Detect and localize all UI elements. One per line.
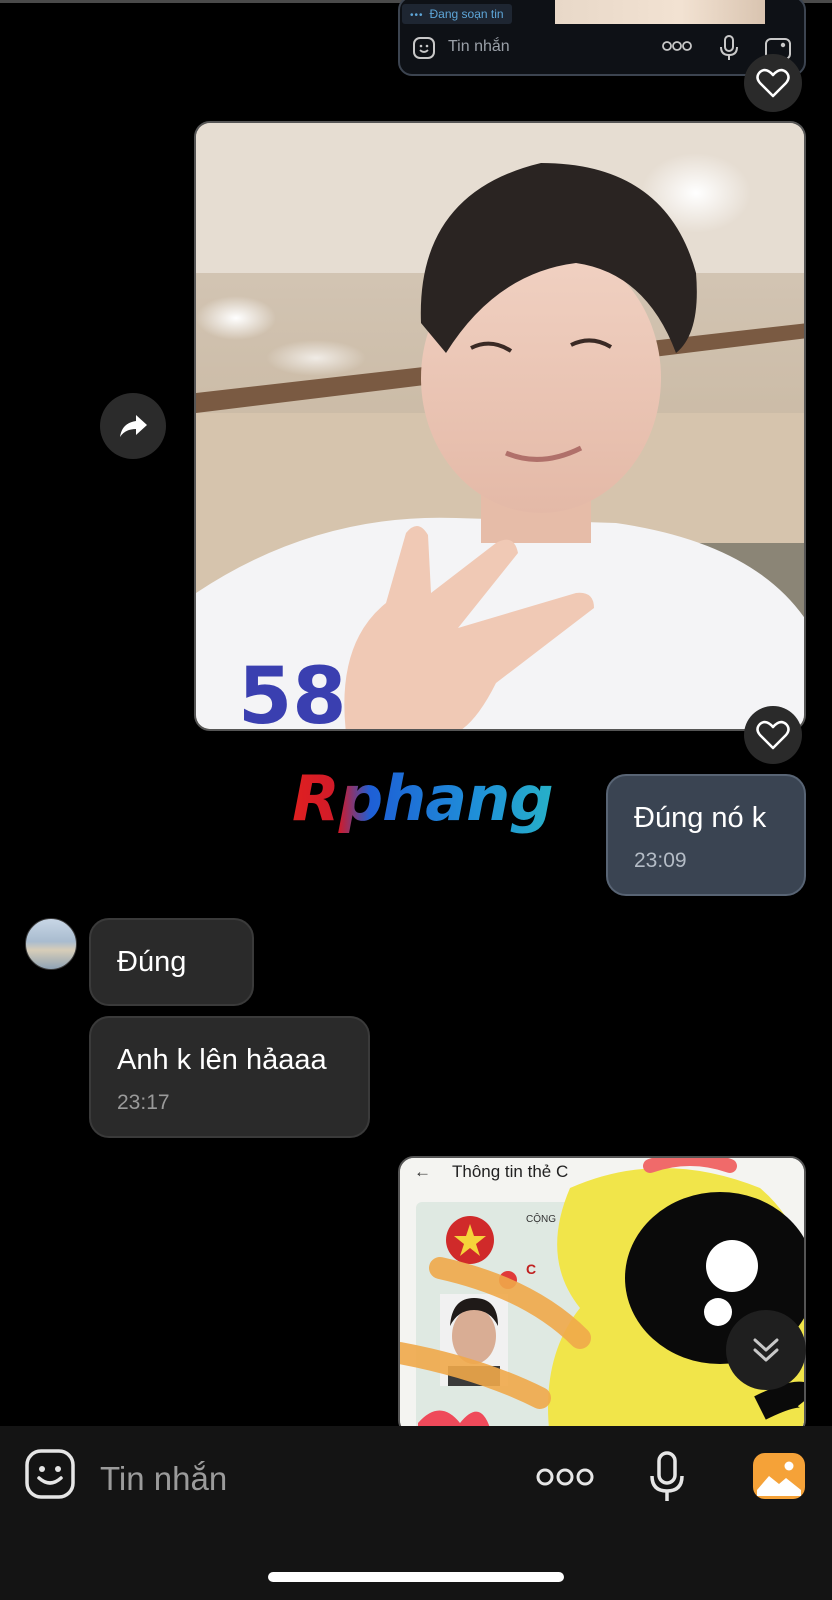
typing-dots-icon: ••• [410, 10, 424, 21]
outgoing-message-bubble[interactable]: Đúng nó k 23:09 [606, 774, 806, 896]
selfie-photo: 58 [196, 123, 804, 731]
heart-icon [756, 68, 790, 98]
message-text: Anh k lên hảaaa [117, 1044, 327, 1076]
microphone-icon [720, 35, 738, 60]
scroll-to-bottom-button[interactable] [726, 1310, 806, 1390]
watermark-logo: Rphang [292, 762, 554, 835]
quoted-photo-strip [555, 0, 765, 24]
chevron-double-down-icon [753, 1338, 779, 1362]
message-time: 23:17 [117, 1091, 170, 1114]
sticker-smile-icon [413, 37, 435, 59]
sticker-smile-icon[interactable] [24, 1448, 76, 1500]
svg-text:CỘNG: CỘNG [526, 1212, 556, 1225]
svg-text:58: 58 [238, 652, 347, 731]
message-time: 23:09 [634, 849, 687, 872]
back-arrow-icon: ← [414, 1162, 431, 1181]
quoted-message-placeholder: Tin nhắn [448, 38, 510, 55]
quoted-composer-bar: Tin nhắn [400, 28, 804, 72]
like-button[interactable] [744, 54, 802, 112]
incoming-message-bubble[interactable]: Anh k lên hảaaa 23:17 [89, 1016, 370, 1138]
id-card-header-text: Thông tin thẻ C [452, 1162, 569, 1181]
home-indicator [268, 1572, 564, 1582]
gallery-icon[interactable] [752, 1452, 806, 1500]
message-text: Đúng [117, 946, 187, 978]
photo-message[interactable]: 58 [194, 121, 806, 731]
id-card-image-message[interactable]: CỘNG C ← Thông tin thẻ C [398, 1156, 806, 1436]
typing-indicator: ••• Đang soạn tin [402, 4, 512, 24]
share-arrow-icon [120, 415, 147, 437]
id-card-photo: CỘNG C [400, 1158, 804, 1434]
more-dots-icon [662, 41, 692, 51]
avatar[interactable] [25, 918, 77, 970]
more-dots-icon[interactable] [536, 1466, 594, 1488]
message-input[interactable]: Tin nhắn [100, 1460, 227, 1498]
typing-status-text: Đang soạn tin [429, 7, 504, 21]
incoming-message-bubble[interactable]: Đúng [89, 918, 254, 1006]
heart-icon [756, 720, 790, 750]
quoted-screenshot-image[interactable]: ••• Đang soạn tin Tin nhắn [398, 0, 806, 76]
like-button[interactable] [744, 706, 802, 764]
message-text: Đúng nó k [634, 802, 767, 834]
forward-button[interactable] [100, 393, 166, 459]
svg-text:C: C [526, 1261, 536, 1277]
microphone-icon[interactable] [648, 1450, 686, 1504]
